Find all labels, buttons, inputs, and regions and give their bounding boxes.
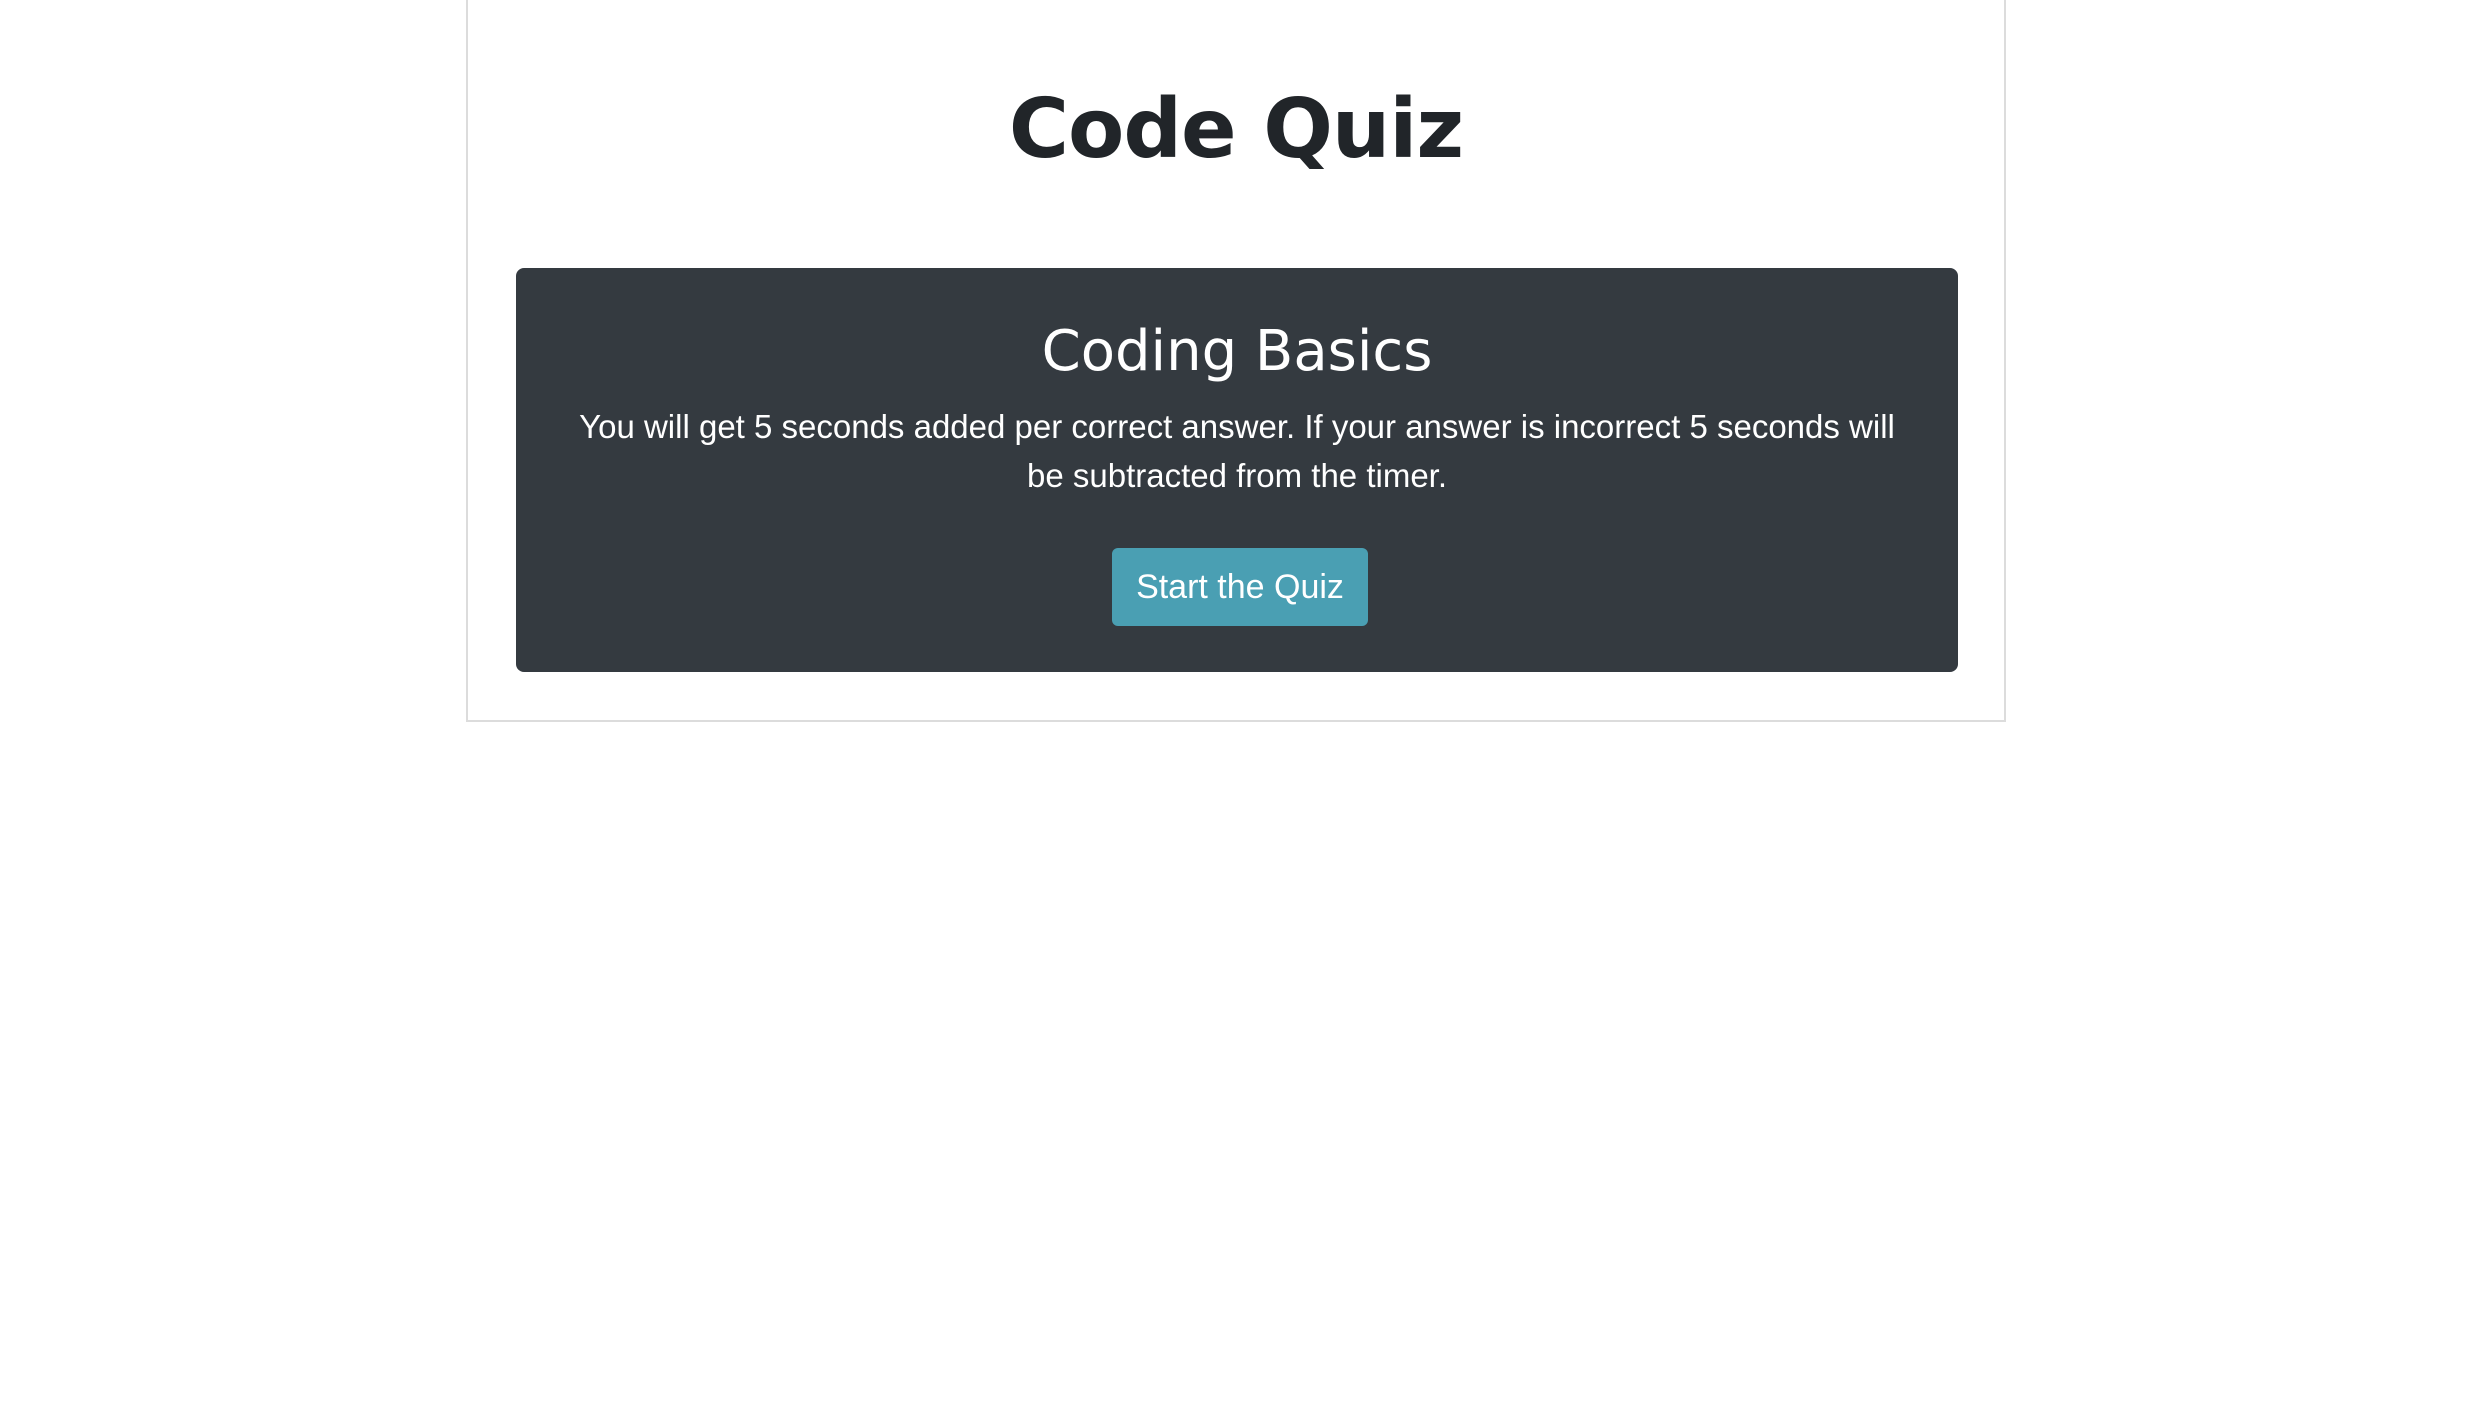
intro-card: Coding Basics You will get 5 seconds add… bbox=[516, 268, 1958, 672]
intro-card-title: Coding Basics bbox=[1041, 319, 1433, 384]
start-quiz-button[interactable]: Start the Quiz bbox=[1112, 548, 1368, 626]
page-title: Code Quiz bbox=[1008, 82, 1464, 177]
intro-card-description: You will get 5 seconds added per correct… bbox=[579, 408, 1895, 494]
page-container: Code Quiz Coding Basics You will get 5 s… bbox=[466, 0, 2006, 722]
